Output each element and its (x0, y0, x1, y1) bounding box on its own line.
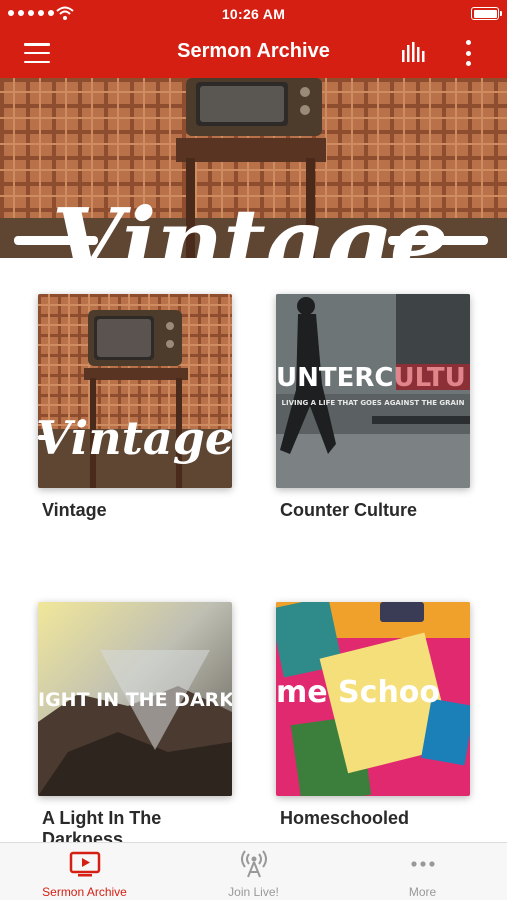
series-card[interactable]: IGHT IN THE DARKNE A Light In The Darkne… (38, 602, 232, 850)
series-title[interactable]: Vintage (38, 500, 228, 521)
tab-sermon-archive[interactable]: Sermon Archive (0, 843, 169, 900)
series-artwork[interactable]: me Schoo (276, 602, 470, 796)
tab-more[interactable]: More (338, 843, 507, 900)
broadcast-icon (241, 850, 267, 878)
tv-play-icon (69, 851, 101, 877)
series-artwork[interactable]: Vintage (38, 294, 232, 488)
navigation-row: Sermon Archive (0, 28, 507, 78)
series-artwork[interactable]: UNTERCULTU LIVING A LIFE THAT GOES AGAIN… (276, 294, 470, 488)
series-card[interactable]: UNTERCULTU LIVING A LIFE THAT GOES AGAIN… (276, 294, 470, 521)
series-art-subtext: LIVING A LIFE THAT GOES AGAINST THE GRAI… (282, 399, 465, 407)
series-art-text: Vintage (38, 411, 232, 465)
series-art-text: IGHT IN THE DARKNE (38, 689, 232, 711)
featured-series-banner[interactable]: Vintage (0, 78, 507, 258)
status-time: 10:26 AM (221, 6, 286, 22)
top-app-bar: 10:26 AM Sermon Archive (0, 0, 507, 78)
series-artwork[interactable]: IGHT IN THE DARKNE (38, 602, 232, 796)
more-dots-icon (411, 861, 435, 867)
series-art-text: me Schoo (276, 675, 440, 710)
battery-icon (471, 7, 502, 20)
series-card[interactable]: me Schoo Homeschooled (276, 602, 470, 829)
series-card[interactable]: Vintage Vintage (38, 294, 232, 521)
series-title[interactable]: Homeschooled (276, 808, 466, 829)
page-title: Sermon Archive (177, 40, 330, 62)
bottom-tab-bar: Sermon Archive Join Live! More (0, 842, 507, 900)
tab-label: Sermon Archive (42, 885, 127, 899)
hero-title-text: Vintage (52, 188, 449, 258)
tab-label: More (408, 885, 437, 899)
overflow-menu-button[interactable] (456, 38, 480, 68)
status-bar: 10:26 AM (0, 0, 507, 28)
audio-levels-icon[interactable] (396, 38, 430, 68)
tab-join-live[interactable]: Join Live! (169, 843, 338, 900)
tab-label: Join Live! (228, 885, 279, 899)
series-title[interactable]: Counter Culture (276, 500, 466, 521)
